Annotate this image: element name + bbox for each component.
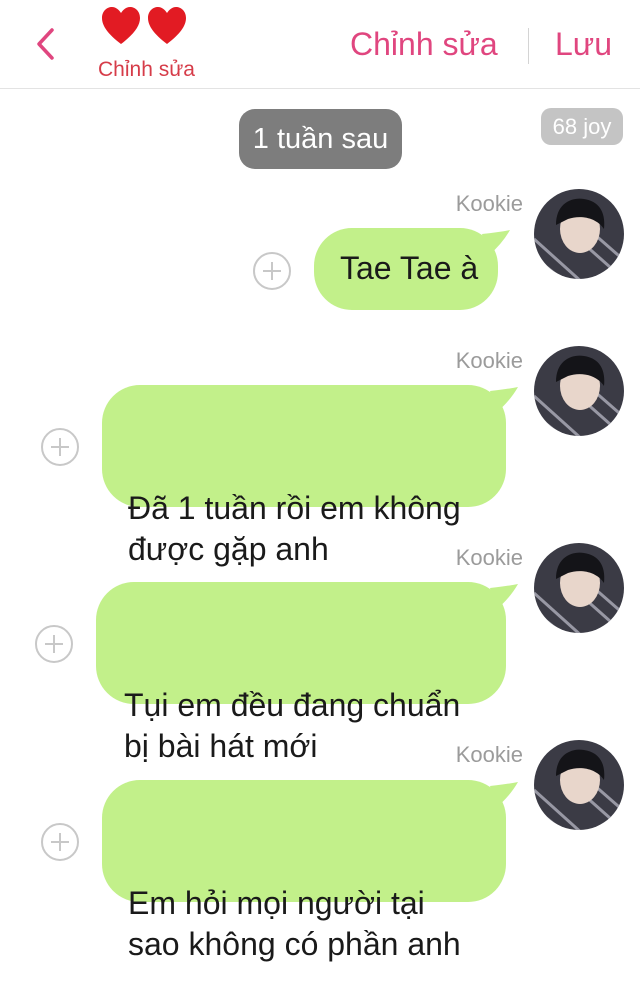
joy-count-badge: 68 joy: [541, 108, 623, 145]
avatar[interactable]: [534, 740, 624, 830]
save-button[interactable]: Lưu: [555, 26, 612, 63]
time-divider-pill: 1 tuần sau: [239, 109, 402, 169]
message-text: Tụi em đều đang chuẩn bị bài hát mới: [124, 687, 461, 764]
message-bubble[interactable]: Tae Tae à: [314, 228, 510, 310]
message-text: Đã 1 tuần rồi em không được gặp anh: [128, 490, 461, 567]
add-reaction-icon[interactable]: [34, 624, 74, 664]
avatar[interactable]: [534, 189, 624, 279]
sender-name: Kookie: [455, 348, 523, 373]
edit-button[interactable]: Chỉnh sửa: [350, 26, 498, 63]
sender-name: Kookie: [455, 742, 523, 767]
chevron-left-icon[interactable]: [30, 24, 66, 64]
message-bubble[interactable]: Tụi em đều đang chuẩn bị bài hát mới: [96, 582, 518, 764]
sender-name: Kookie: [455, 191, 523, 216]
add-reaction-icon[interactable]: [40, 427, 80, 467]
avatar[interactable]: [534, 346, 624, 436]
header-divider: [528, 28, 529, 64]
header-subtitle: Chỉnh sửa: [98, 58, 195, 81]
top-bar: Chỉnh sửa Chỉnh sửa Lưu: [0, 0, 640, 89]
avatar[interactable]: [534, 543, 624, 633]
hearts-icon: [102, 7, 186, 44]
sender-name: Kookie: [455, 545, 523, 570]
message-text: Em hỏi mọi người tại sao không có phần a…: [128, 885, 461, 962]
message-text: Tae Tae à: [340, 250, 479, 286]
message-bubble[interactable]: Em hỏi mọi người tại sao không có phần a…: [102, 780, 518, 962]
add-reaction-icon[interactable]: [252, 251, 292, 291]
message-bubble[interactable]: Đã 1 tuần rồi em không được gặp anh: [102, 385, 518, 567]
add-reaction-icon[interactable]: [40, 822, 80, 862]
